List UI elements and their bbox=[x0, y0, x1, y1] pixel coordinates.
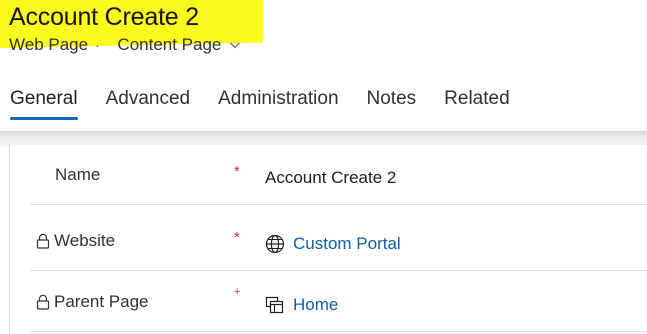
globe-icon bbox=[265, 234, 285, 254]
field-row-parent-page: Parent Page + Home bbox=[30, 272, 647, 332]
website-lookup-value: Custom Portal bbox=[293, 234, 401, 253]
field-label-website: Website bbox=[36, 231, 115, 251]
active-tab-indicator bbox=[10, 117, 78, 120]
form-selector[interactable]: Content Page bbox=[117, 35, 241, 55]
entity-name: Web Page bbox=[9, 35, 89, 54]
tab-advanced-label: Advanced bbox=[105, 88, 191, 109]
lock-icon bbox=[36, 233, 50, 249]
required-indicator: * bbox=[234, 163, 240, 180]
record-header: Account Create 2 Web Page · Content Page… bbox=[0, 0, 647, 140]
field-label-website-text: Website bbox=[54, 231, 116, 250]
lock-icon bbox=[36, 294, 50, 310]
web-page-icon bbox=[265, 296, 284, 314]
record-subtitle: Web Page · Content Page bbox=[9, 35, 241, 55]
field-label-parent-page: Parent Page bbox=[36, 292, 149, 312]
tab-administration-label: Administration bbox=[218, 88, 339, 109]
field-label-name-text: Name bbox=[55, 165, 101, 184]
chevron-down-icon bbox=[230, 42, 241, 49]
subtitle-separator: · bbox=[95, 37, 100, 53]
field-label-name: Name bbox=[55, 165, 100, 185]
name-field[interactable]: Account Create 2 bbox=[265, 168, 396, 188]
form-selector-label: Content Page bbox=[117, 35, 222, 54]
tab-general-label: General bbox=[10, 88, 78, 109]
tab-related-label: Related bbox=[444, 88, 510, 109]
field-label-parent-page-text: Parent Page bbox=[54, 292, 149, 311]
field-row-name: Name * Account Create 2 bbox=[30, 145, 647, 205]
required-indicator: * bbox=[234, 229, 240, 246]
general-form-section: Name * Account Create 2 Website * Custom… bbox=[9, 145, 647, 334]
website-lookup-link[interactable]: Custom Portal bbox=[265, 234, 401, 254]
field-row-website: Website * Custom Portal bbox=[30, 211, 647, 271]
recommended-indicator: + bbox=[234, 286, 241, 298]
name-field-value: Account Create 2 bbox=[265, 168, 397, 187]
parent-page-lookup-value: Home bbox=[293, 295, 339, 314]
tab-administration[interactable]: Administration bbox=[218, 84, 338, 120]
tab-notes[interactable]: Notes bbox=[367, 84, 417, 120]
parent-page-lookup-link[interactable]: Home bbox=[265, 295, 338, 315]
tab-list: General Advanced Administration Notes Re… bbox=[0, 84, 538, 124]
tab-advanced[interactable]: Advanced bbox=[106, 84, 191, 120]
tab-general[interactable]: General bbox=[10, 84, 78, 120]
record-title: Account Create 2 bbox=[9, 3, 199, 31]
tab-related[interactable]: Related bbox=[444, 84, 510, 120]
tab-notes-label: Notes bbox=[366, 88, 417, 109]
